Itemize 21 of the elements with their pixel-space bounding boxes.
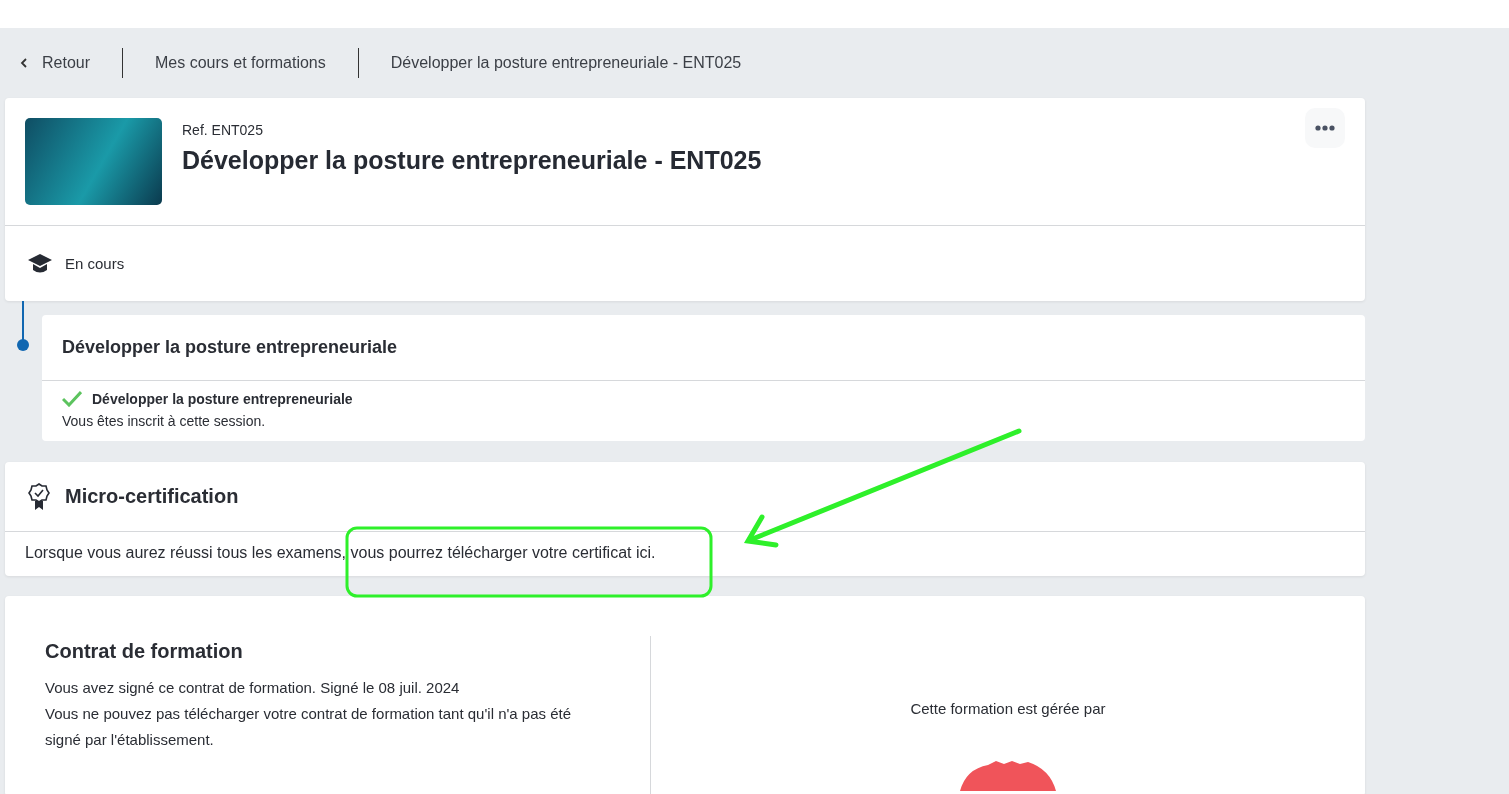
session-item-label: Développer la posture entrepreneuriale	[92, 391, 353, 407]
session-title: Développer la posture entrepreneuriale	[42, 315, 1365, 381]
course-reference: Ref. ENT025	[182, 122, 264, 138]
back-link[interactable]: Retour	[20, 54, 91, 72]
certification-message: Lorsque vous aurez réussi tous les examens, vous pourrez télécharger votre certificat ici.	[25, 544, 656, 561]
certification-title: Micro-certification	[65, 485, 239, 508]
breadcrumb-link[interactable]: Mes cours et formations	[155, 54, 326, 72]
enrollment-note: Vous êtes inscrit à cette session.	[62, 413, 267, 429]
managed-by-label: Cette formation est gérée par	[910, 700, 1106, 717]
more-dots-icon	[1315, 125, 1335, 131]
contract-title: Contrat de formation	[45, 640, 244, 663]
more-options-button[interactable]	[1305, 108, 1345, 148]
status-label: En cours	[65, 255, 125, 272]
chevron-left-icon	[20, 58, 28, 68]
institution-seal-icon	[960, 761, 1056, 791]
course-title: Développer la posture entrepreneuriale - ENT025	[182, 146, 762, 175]
certificate-badge-icon	[27, 481, 51, 512]
contract-text: Vous avez signé ce contrat de formation. Signé le 08 juil. 2024	[45, 678, 461, 698]
breadcrumb-current: Développer la posture entrepreneuriale - ENT025	[390, 54, 742, 72]
contract-text: Vous ne pouvez pas télécharger votre contrat de formation tant qu'il n'a pas été signé par l'établissement.	[45, 704, 573, 750]
graduation-cap-icon	[27, 252, 53, 275]
